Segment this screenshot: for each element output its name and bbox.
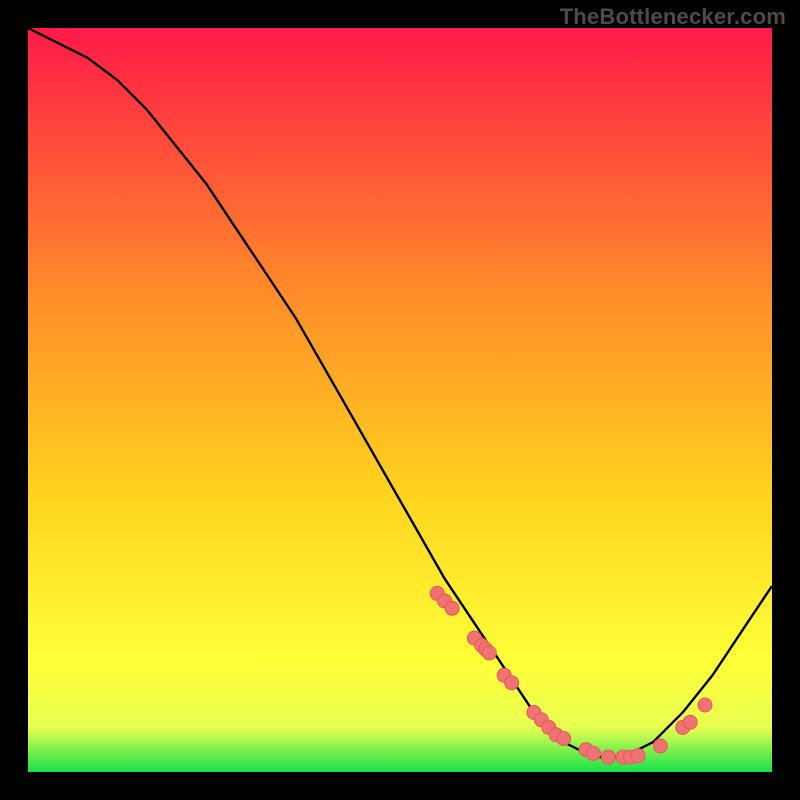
marker-point: [586, 746, 600, 760]
chart-svg: [28, 28, 772, 772]
marker-point: [631, 749, 645, 763]
marker-point: [482, 646, 496, 660]
watermark-text: TheBottlenecker.com: [560, 4, 786, 30]
marker-point: [505, 676, 519, 690]
gradient-background: [28, 28, 772, 772]
marker-point: [445, 601, 459, 615]
marker-point: [698, 698, 712, 712]
marker-point: [683, 715, 697, 729]
marker-point: [557, 732, 571, 746]
chart-frame: TheBottlenecker.com: [0, 0, 800, 800]
marker-point: [653, 739, 667, 753]
marker-point: [601, 750, 615, 764]
plot-area: [28, 28, 772, 772]
